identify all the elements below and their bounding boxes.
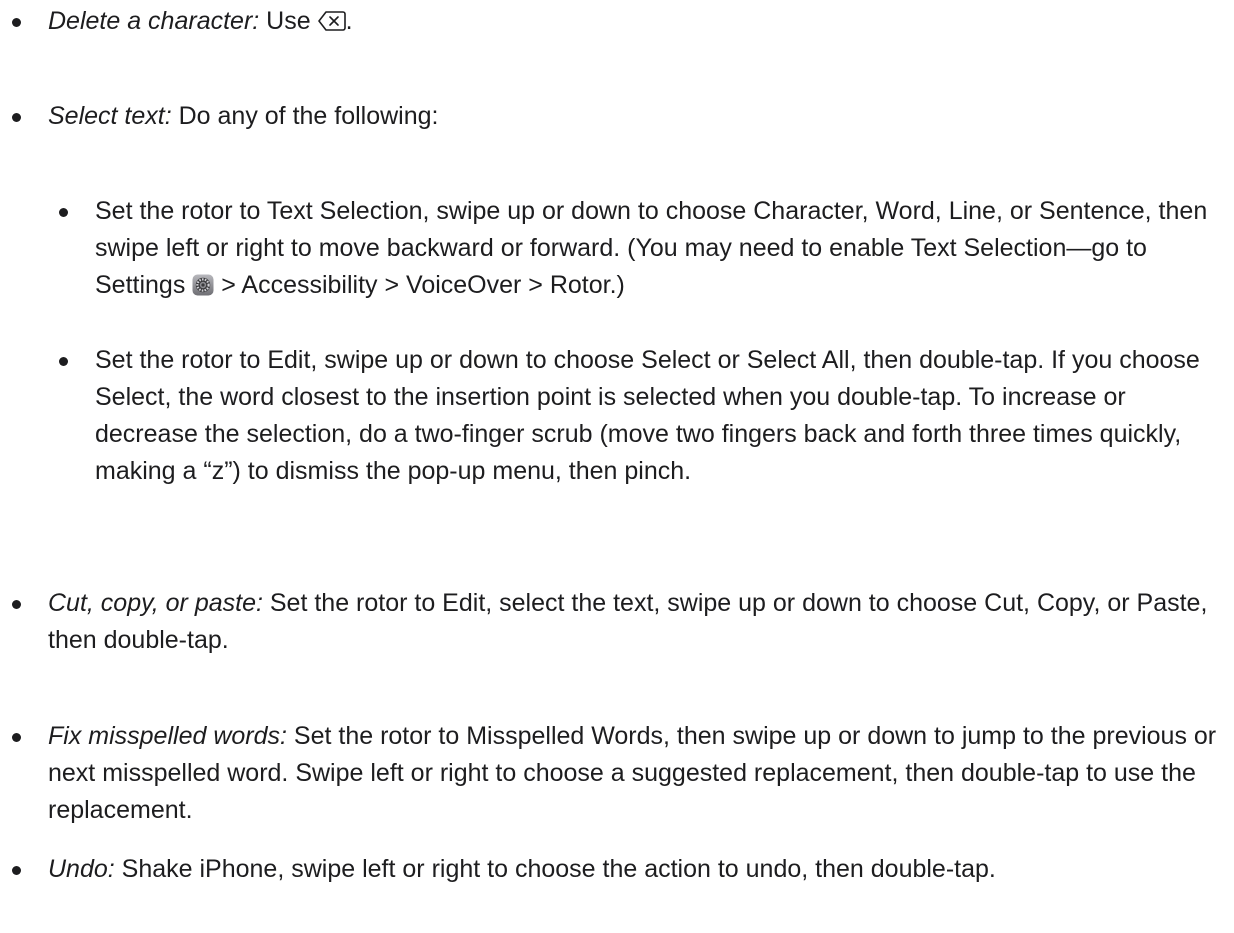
delete-key-icon [317,6,346,43]
sub-item-text: Set the rotor to Edit, swipe up or down … [95,346,1200,485]
item-text: Shake iPhone, swipe left or right to cho… [114,855,996,883]
item-text: Use [259,7,318,35]
item-text-end: . [345,7,353,35]
bullet [12,866,21,875]
bullet [59,357,68,366]
list-item-cut-copy-paste: Cut, copy, or paste: Set the rotor to Ed… [12,585,1226,659]
bullet [12,600,21,609]
sub-item-text-end: > Accessibility > VoiceOver > Rotor.) [214,271,625,299]
settings-gear-icon [192,270,214,296]
list-item-fix-misspelled: Fix misspelled words: Set the rotor to M… [12,718,1226,829]
bullet [59,208,68,217]
sub-list-item-edit-select: Set the rotor to Edit, swipe up or down … [59,342,1226,490]
sub-list-item-text-selection: Set the rotor to Text Selection, swipe u… [59,193,1226,304]
item-label: Undo: [48,855,115,883]
bullet [12,113,21,122]
list-item-delete-character: Delete a character: Use . [12,3,1226,43]
item-label: Cut, copy, or paste: [48,589,263,617]
list-item-undo: Undo: Shake iPhone, swipe left or right … [12,851,1226,888]
item-text: Do any of the following: [171,102,439,130]
item-label: Delete a character: [48,7,260,35]
bullet [12,18,21,27]
bullet [12,733,21,742]
list-item-select-text: Select text: Do any of the following: [12,98,1226,135]
item-label: Select text: [48,102,172,130]
item-label: Fix misspelled words: [48,722,287,750]
